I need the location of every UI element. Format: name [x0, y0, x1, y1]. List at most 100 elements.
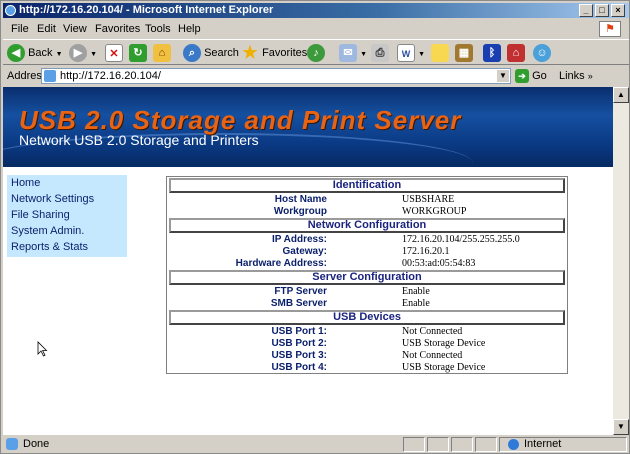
home-button[interactable]: ⌂ [153, 44, 171, 63]
edit-button[interactable]: W ▼ [397, 44, 425, 63]
row-value: 00:53:ad:05:54:83 [402, 258, 476, 269]
back-arrow-icon: ◀ [7, 44, 25, 63]
stop-icon: ✕ [105, 44, 123, 63]
section-identification: Identification [169, 178, 565, 193]
address-input[interactable]: http://172.16.20.104/ ▼ [41, 68, 511, 84]
page-icon [44, 70, 56, 82]
scroll-down-icon[interactable]: ▼ [613, 419, 629, 435]
mail-dropdown-icon: ▼ [360, 51, 367, 58]
bluetooth-icon: ᛒ [483, 44, 501, 63]
table-row: Gateway: 172.16.20.1 [167, 246, 567, 258]
row-value: 172.16.20.104/255.255.255.0 [402, 234, 520, 245]
row-value: USB Storage Device [402, 338, 486, 349]
row-value: USBSHARE [402, 194, 455, 205]
windows-logo-icon: ⚑ [599, 21, 621, 37]
address-url: http://172.16.20.104/ [60, 70, 161, 82]
nav-link-file-sharing[interactable]: File Sharing [7, 207, 127, 223]
ie-logo-icon [5, 5, 16, 16]
mail-button[interactable]: ✉ ▼ [339, 44, 367, 63]
refresh-icon: ↻ [129, 44, 147, 63]
extension-icon[interactable] [599, 69, 617, 87]
status-text: Done [23, 438, 50, 450]
row-key: Hardware Address: [235, 258, 327, 269]
row-key: USB Port 2: [271, 338, 327, 349]
nav-link-system-admin[interactable]: System Admin. [7, 223, 127, 239]
house-tool-button[interactable]: ⌂ [507, 44, 525, 63]
maximize-button[interactable]: □ [595, 4, 609, 17]
menu-favorites[interactable]: Favorites [95, 20, 140, 38]
table-row: IP Address: 172.16.20.104/255.255.255.0 [167, 234, 567, 246]
star-icon: ★ [242, 43, 258, 63]
close-button[interactable]: × [611, 4, 625, 17]
search-button[interactable]: ⌕ Search [183, 44, 239, 63]
status-cell [403, 437, 425, 452]
search-icon: ⌕ [183, 44, 201, 63]
address-dropdown-icon[interactable]: ▼ [497, 70, 509, 82]
edit-dropdown-icon: ▼ [418, 51, 425, 58]
status-bar: Done Internet [3, 436, 629, 453]
row-value: USB Storage Device [402, 362, 486, 373]
chevron-right-icon: » [587, 71, 593, 81]
bluetooth-button[interactable]: ᛒ [483, 44, 501, 63]
go-button[interactable]: ➔ Go [515, 68, 547, 84]
messenger-button[interactable]: ☺ [533, 44, 551, 63]
search-label: Search [204, 47, 239, 59]
table-row: USB Port 4: USB Storage Device [167, 362, 567, 374]
table-row: USB Port 3: Not Connected [167, 350, 567, 362]
home-icon: ⌂ [153, 44, 171, 63]
back-dropdown-icon: ▼ [55, 51, 63, 58]
menu-view[interactable]: View [63, 20, 87, 38]
page-content: USB 2.0 Storage and Print Server Network… [3, 87, 613, 435]
forward-arrow-icon: ▶ [69, 44, 87, 63]
mail-icon: ✉ [339, 44, 357, 63]
section-server-configuration: Server Configuration [169, 270, 565, 285]
go-label: Go [532, 70, 547, 82]
vertical-scrollbar[interactable]: ▲ ▼ [613, 87, 629, 435]
title-bar: http://172.16.20.104/ - Microsoft Intern… [3, 3, 629, 18]
menu-tools[interactable]: Tools [145, 20, 171, 38]
media-icon: ♪ [307, 44, 325, 63]
row-value: WORKGROUP [402, 206, 467, 217]
links-button[interactable]: Links » [559, 66, 593, 86]
table-row: Host Name USBSHARE [167, 194, 567, 206]
mouse-cursor-icon [37, 341, 48, 357]
status-cell [451, 437, 473, 452]
banner-subtitle: Network USB 2.0 Storage and Printers [19, 132, 259, 148]
forward-button[interactable]: ▶ ▼ [69, 44, 97, 63]
minimize-button[interactable]: _ [579, 4, 593, 17]
row-value: Not Connected [402, 350, 463, 361]
nav-link-reports-stats[interactable]: Reports & Stats [7, 239, 127, 255]
menu-file[interactable]: File [11, 20, 29, 38]
table-row: Hardware Address: 00:53:ad:05:54:83 [167, 258, 567, 270]
back-button[interactable]: ◀ Back ▼ [7, 44, 63, 63]
go-arrow-icon: ➔ [515, 69, 529, 84]
row-key: Workgroup [273, 206, 327, 217]
row-value: Not Connected [402, 326, 463, 337]
table-row: USB Port 1: Not Connected [167, 326, 567, 338]
nav-link-home[interactable]: Home [7, 175, 127, 191]
status-cell [475, 437, 497, 452]
section-network-configuration: Network Configuration [169, 218, 565, 233]
favorites-button[interactable]: ★ Favorites [241, 44, 307, 62]
row-key: SMB Server [270, 298, 327, 309]
row-key: USB Port 3: [271, 350, 327, 361]
media-button[interactable]: ♪ [307, 44, 325, 63]
row-value: Enable [402, 286, 430, 297]
row-value: Enable [402, 298, 430, 309]
refresh-button[interactable]: ↻ [129, 44, 147, 63]
print-button[interactable]: ⎙ [371, 44, 389, 63]
stop-button[interactable]: ✕ [105, 44, 123, 63]
notes-button[interactable] [431, 44, 449, 63]
messenger-icon: ☺ [533, 44, 551, 63]
back-label: Back [28, 47, 53, 59]
nav-link-network-settings[interactable]: Network Settings [7, 191, 127, 207]
menu-bar: File Edit View Favorites Tools Help ⚑ [3, 20, 629, 38]
scroll-up-icon[interactable]: ▲ [613, 87, 629, 103]
research-icon: ▦ [455, 44, 473, 63]
row-key: USB Port 1: [271, 326, 327, 337]
menu-help[interactable]: Help [178, 20, 201, 38]
security-zone: Internet [499, 437, 627, 452]
research-button[interactable]: ▦ [455, 44, 473, 63]
banner: USB 2.0 Storage and Print Server Network… [3, 87, 613, 167]
menu-edit[interactable]: Edit [37, 20, 56, 38]
